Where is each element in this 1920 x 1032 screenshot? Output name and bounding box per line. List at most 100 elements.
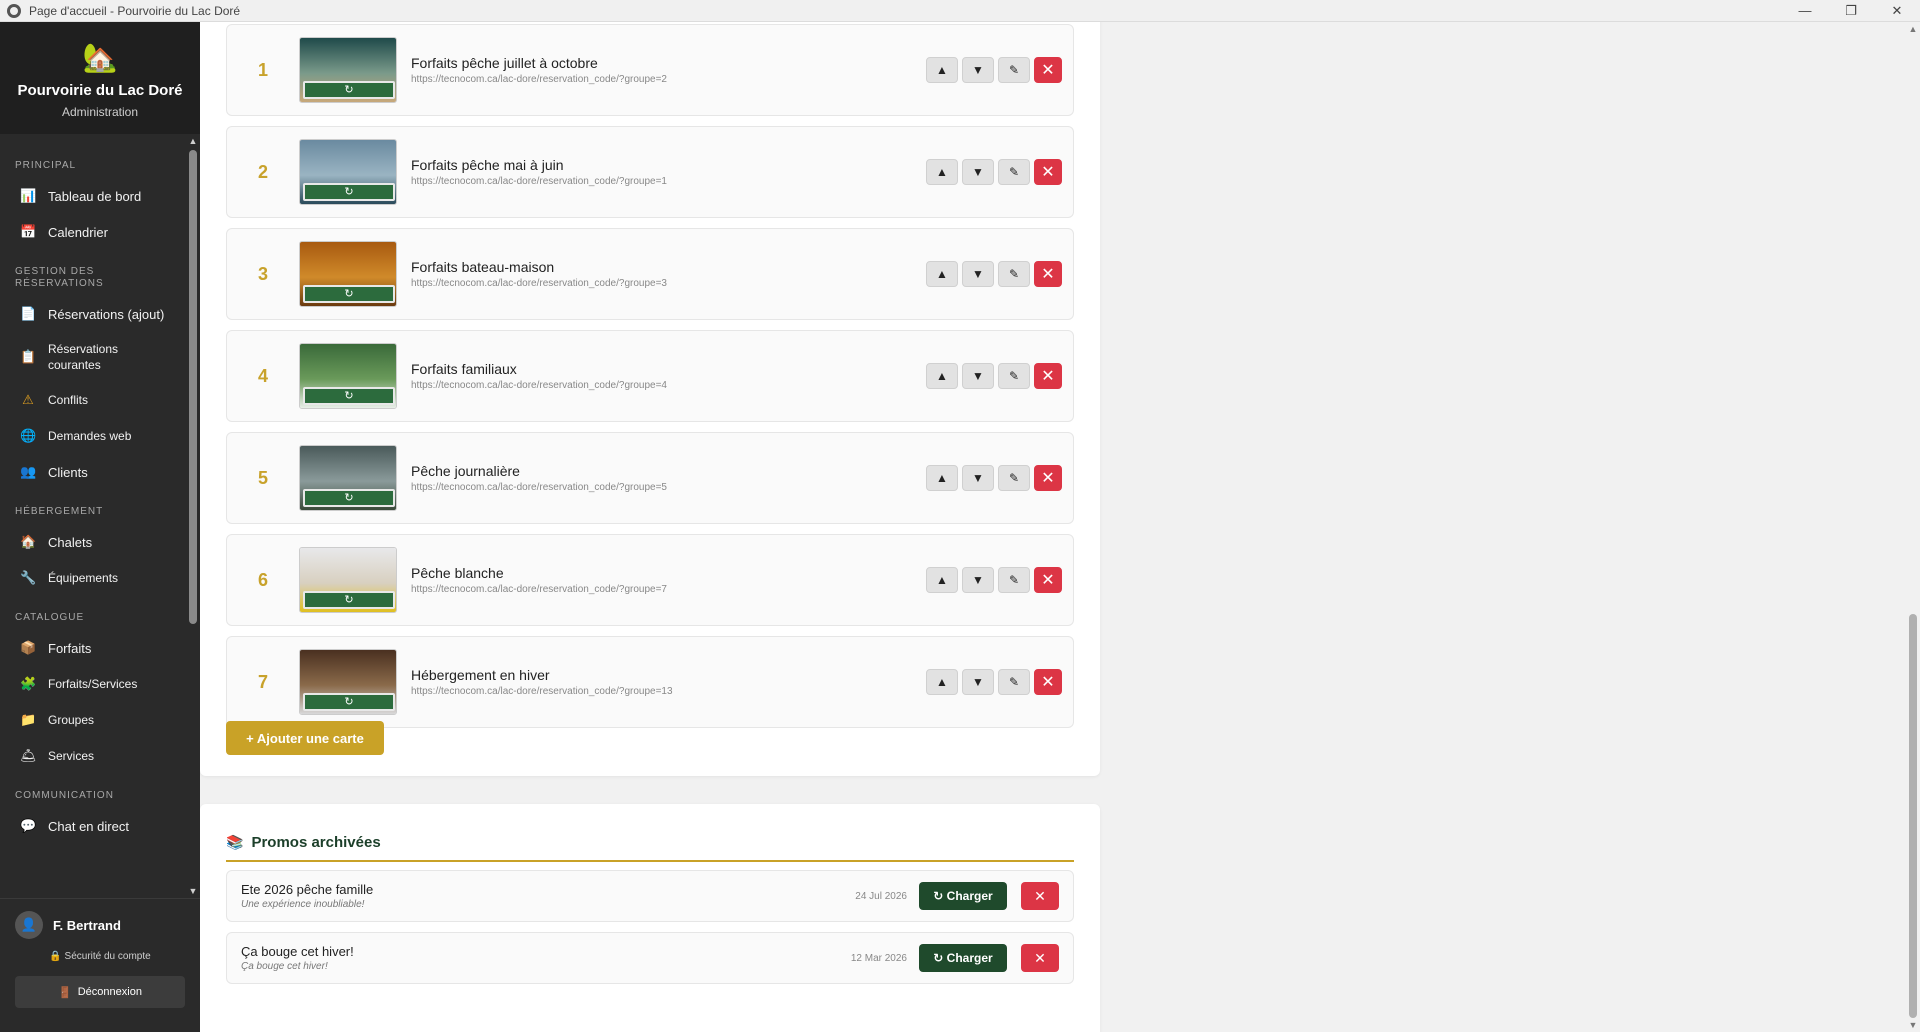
replace-image-button[interactable]: ↻ [303, 693, 395, 711]
replace-image-button[interactable]: ↻ [303, 387, 395, 405]
books-icon: 📚 [226, 833, 244, 850]
edit-button[interactable]: ✎ [998, 669, 1030, 695]
edit-button[interactable]: ✎ [998, 57, 1030, 83]
maximize-button[interactable]: ❐ [1828, 0, 1874, 22]
edit-button[interactable]: ✎ [998, 363, 1030, 389]
scroll-down-arrow-icon[interactable]: ▼ [186, 884, 200, 898]
delete-button[interactable]: ✕ [1034, 567, 1062, 593]
card-actions: ▲ ▼ ✎ ✕ [926, 567, 1073, 593]
close-window-button[interactable]: ✕ [1874, 0, 1920, 22]
delete-button[interactable]: ✕ [1034, 465, 1062, 491]
card-order-number: 2 [257, 161, 268, 182]
nav-section-communication: COMMUNICATION [15, 790, 114, 801]
card-actions: ▲ ▼ ✎ ✕ [926, 57, 1073, 83]
replace-image-button[interactable]: ↻ [303, 81, 395, 99]
load-promo-button[interactable]: ↻ Charger [919, 882, 1007, 910]
sidebar-item-demandes-web[interactable]: 🌐 Demandes web [0, 418, 186, 454]
move-up-button[interactable]: ▲ [926, 363, 958, 389]
card-actions: ▲ ▼ ✎ ✕ [926, 159, 1073, 185]
account-security-link[interactable]: 🔒 Sécurité du compte [15, 951, 185, 962]
load-promo-button[interactable]: ↻ Charger [919, 944, 1007, 972]
move-down-button[interactable]: ▼ [962, 159, 994, 185]
move-down-button[interactable]: ▼ [962, 669, 994, 695]
sidebar-item-conflits[interactable]: ⚠ Conflits [0, 382, 186, 418]
card-url: https://tecnocom.ca/lac-dore/reservation… [411, 278, 667, 289]
main-content: 1 ↻ Forfaits pêche juillet à octobre htt… [200, 22, 1906, 1032]
delete-button[interactable]: ✕ [1034, 261, 1062, 287]
globe-icon: 🌐 [20, 428, 37, 443]
scroll-up-arrow-icon[interactable]: ▲ [186, 134, 200, 148]
sidebar-item-chalets[interactable]: 🏠 Chalets [0, 524, 186, 560]
sidebar-scrollbar[interactable]: ▲ ▼ [186, 134, 200, 898]
sidebar-item-services[interactable]: 🛎 Services [0, 738, 186, 774]
sidebar-item-clients[interactable]: 👥 Clients [0, 454, 186, 490]
card-row: 5 ↻ Pêche journalière https://tecnocom.c… [226, 432, 1074, 524]
sidebar-item-reservations-courantes[interactable]: 📋 Réservations courantes [0, 332, 186, 382]
delete-promo-button[interactable]: ✕ [1021, 944, 1059, 972]
delete-button[interactable]: ✕ [1034, 363, 1062, 389]
card-title: Pêche blanche [411, 565, 504, 581]
delete-button[interactable]: ✕ [1034, 57, 1062, 83]
sidebar-item-chat[interactable]: 💬 Chat en direct [0, 808, 186, 844]
document-icon: 📄 [20, 306, 37, 321]
archived-promos-title: Promos archivées [251, 833, 381, 851]
replace-image-button[interactable]: ↻ [303, 285, 395, 303]
scroll-up-arrow-icon[interactable]: ▲ [1906, 22, 1920, 36]
sidebar-scroll-thumb[interactable] [189, 150, 197, 624]
card-thumbnail: ↻ [299, 139, 397, 205]
sidebar-item-forfaits[interactable]: 📦 Forfaits [0, 630, 186, 666]
minimize-button[interactable]: — [1782, 0, 1828, 22]
promo-subtitle: Ça bouge cet hiver! [241, 961, 328, 972]
move-down-button[interactable]: ▼ [962, 363, 994, 389]
sidebar-item-tableau-de-bord[interactable]: 📊 Tableau de bord [0, 178, 186, 214]
sidebar-item-forfaits-services[interactable]: 🧩 Forfaits/Services [0, 666, 186, 702]
house-icon: 🏡 [82, 42, 118, 73]
sidebar-item-label: Équipements [48, 571, 119, 585]
logout-icon: 🚪 [58, 986, 72, 999]
puzzle-icon: 🧩 [20, 676, 37, 691]
sidebar-item-equipements[interactable]: 🔧 Équipements [0, 560, 186, 596]
card-order-number: 1 [257, 59, 268, 80]
card-title: Forfaits pêche mai à juin [411, 157, 564, 173]
replace-image-button[interactable]: ↻ [303, 183, 395, 201]
replace-image-button[interactable]: ↻ [303, 591, 395, 609]
edit-button[interactable]: ✎ [998, 465, 1030, 491]
edit-button[interactable]: ✎ [998, 261, 1030, 287]
add-card-button[interactable]: + Ajouter une carte [226, 721, 384, 755]
card-order-number: 3 [257, 263, 268, 284]
delete-button[interactable]: ✕ [1034, 159, 1062, 185]
move-up-button[interactable]: ▲ [926, 57, 958, 83]
edit-button[interactable]: ✎ [998, 159, 1030, 185]
move-up-button[interactable]: ▲ [926, 261, 958, 287]
sidebar-item-reservations-ajout[interactable]: 📄 Réservations (ajout) [0, 296, 186, 332]
delete-promo-button[interactable]: ✕ [1021, 882, 1059, 910]
move-down-button[interactable]: ▼ [962, 465, 994, 491]
delete-button[interactable]: ✕ [1034, 669, 1062, 695]
sidebar-item-label: Forfaits [48, 640, 92, 656]
card-row: 6 ↻ Pêche blanche https://tecnocom.ca/la… [226, 534, 1074, 626]
move-down-button[interactable]: ▼ [962, 261, 994, 287]
chat-icon: 💬 [20, 818, 37, 833]
sidebar-item-groupes[interactable]: 📁 Groupes [0, 702, 186, 738]
sidebar-item-label: Clients [48, 464, 88, 480]
page-scroll-thumb[interactable] [1909, 614, 1917, 1018]
page-scrollbar[interactable]: ▲ ▼ [1906, 22, 1920, 1032]
move-up-button[interactable]: ▲ [926, 159, 958, 185]
move-up-button[interactable]: ▲ [926, 567, 958, 593]
move-down-button[interactable]: ▼ [962, 57, 994, 83]
archived-promos-heading: 📚 Promos archivées [226, 832, 1074, 862]
user-panel: 👤 F. Bertrand 🔒 Sécurité du compte 🚪 Déc… [0, 898, 200, 1032]
sidebar-item-calendrier[interactable]: 📅 Calendrier [0, 214, 186, 250]
scroll-down-arrow-icon[interactable]: ▼ [1906, 1018, 1920, 1032]
move-up-button[interactable]: ▲ [926, 669, 958, 695]
move-down-button[interactable]: ▼ [962, 567, 994, 593]
move-up-button[interactable]: ▲ [926, 465, 958, 491]
lock-icon: 🔒 [49, 951, 62, 962]
card-url: https://tecnocom.ca/lac-dore/reservation… [411, 584, 667, 595]
calendar-icon: 📅 [20, 224, 37, 239]
card-order-number: 5 [257, 467, 268, 488]
sidebar-item-label: Calendrier [48, 224, 108, 240]
edit-button[interactable]: ✎ [998, 567, 1030, 593]
replace-image-button[interactable]: ↻ [303, 489, 395, 507]
logout-button[interactable]: 🚪 Déconnexion [15, 976, 185, 1008]
